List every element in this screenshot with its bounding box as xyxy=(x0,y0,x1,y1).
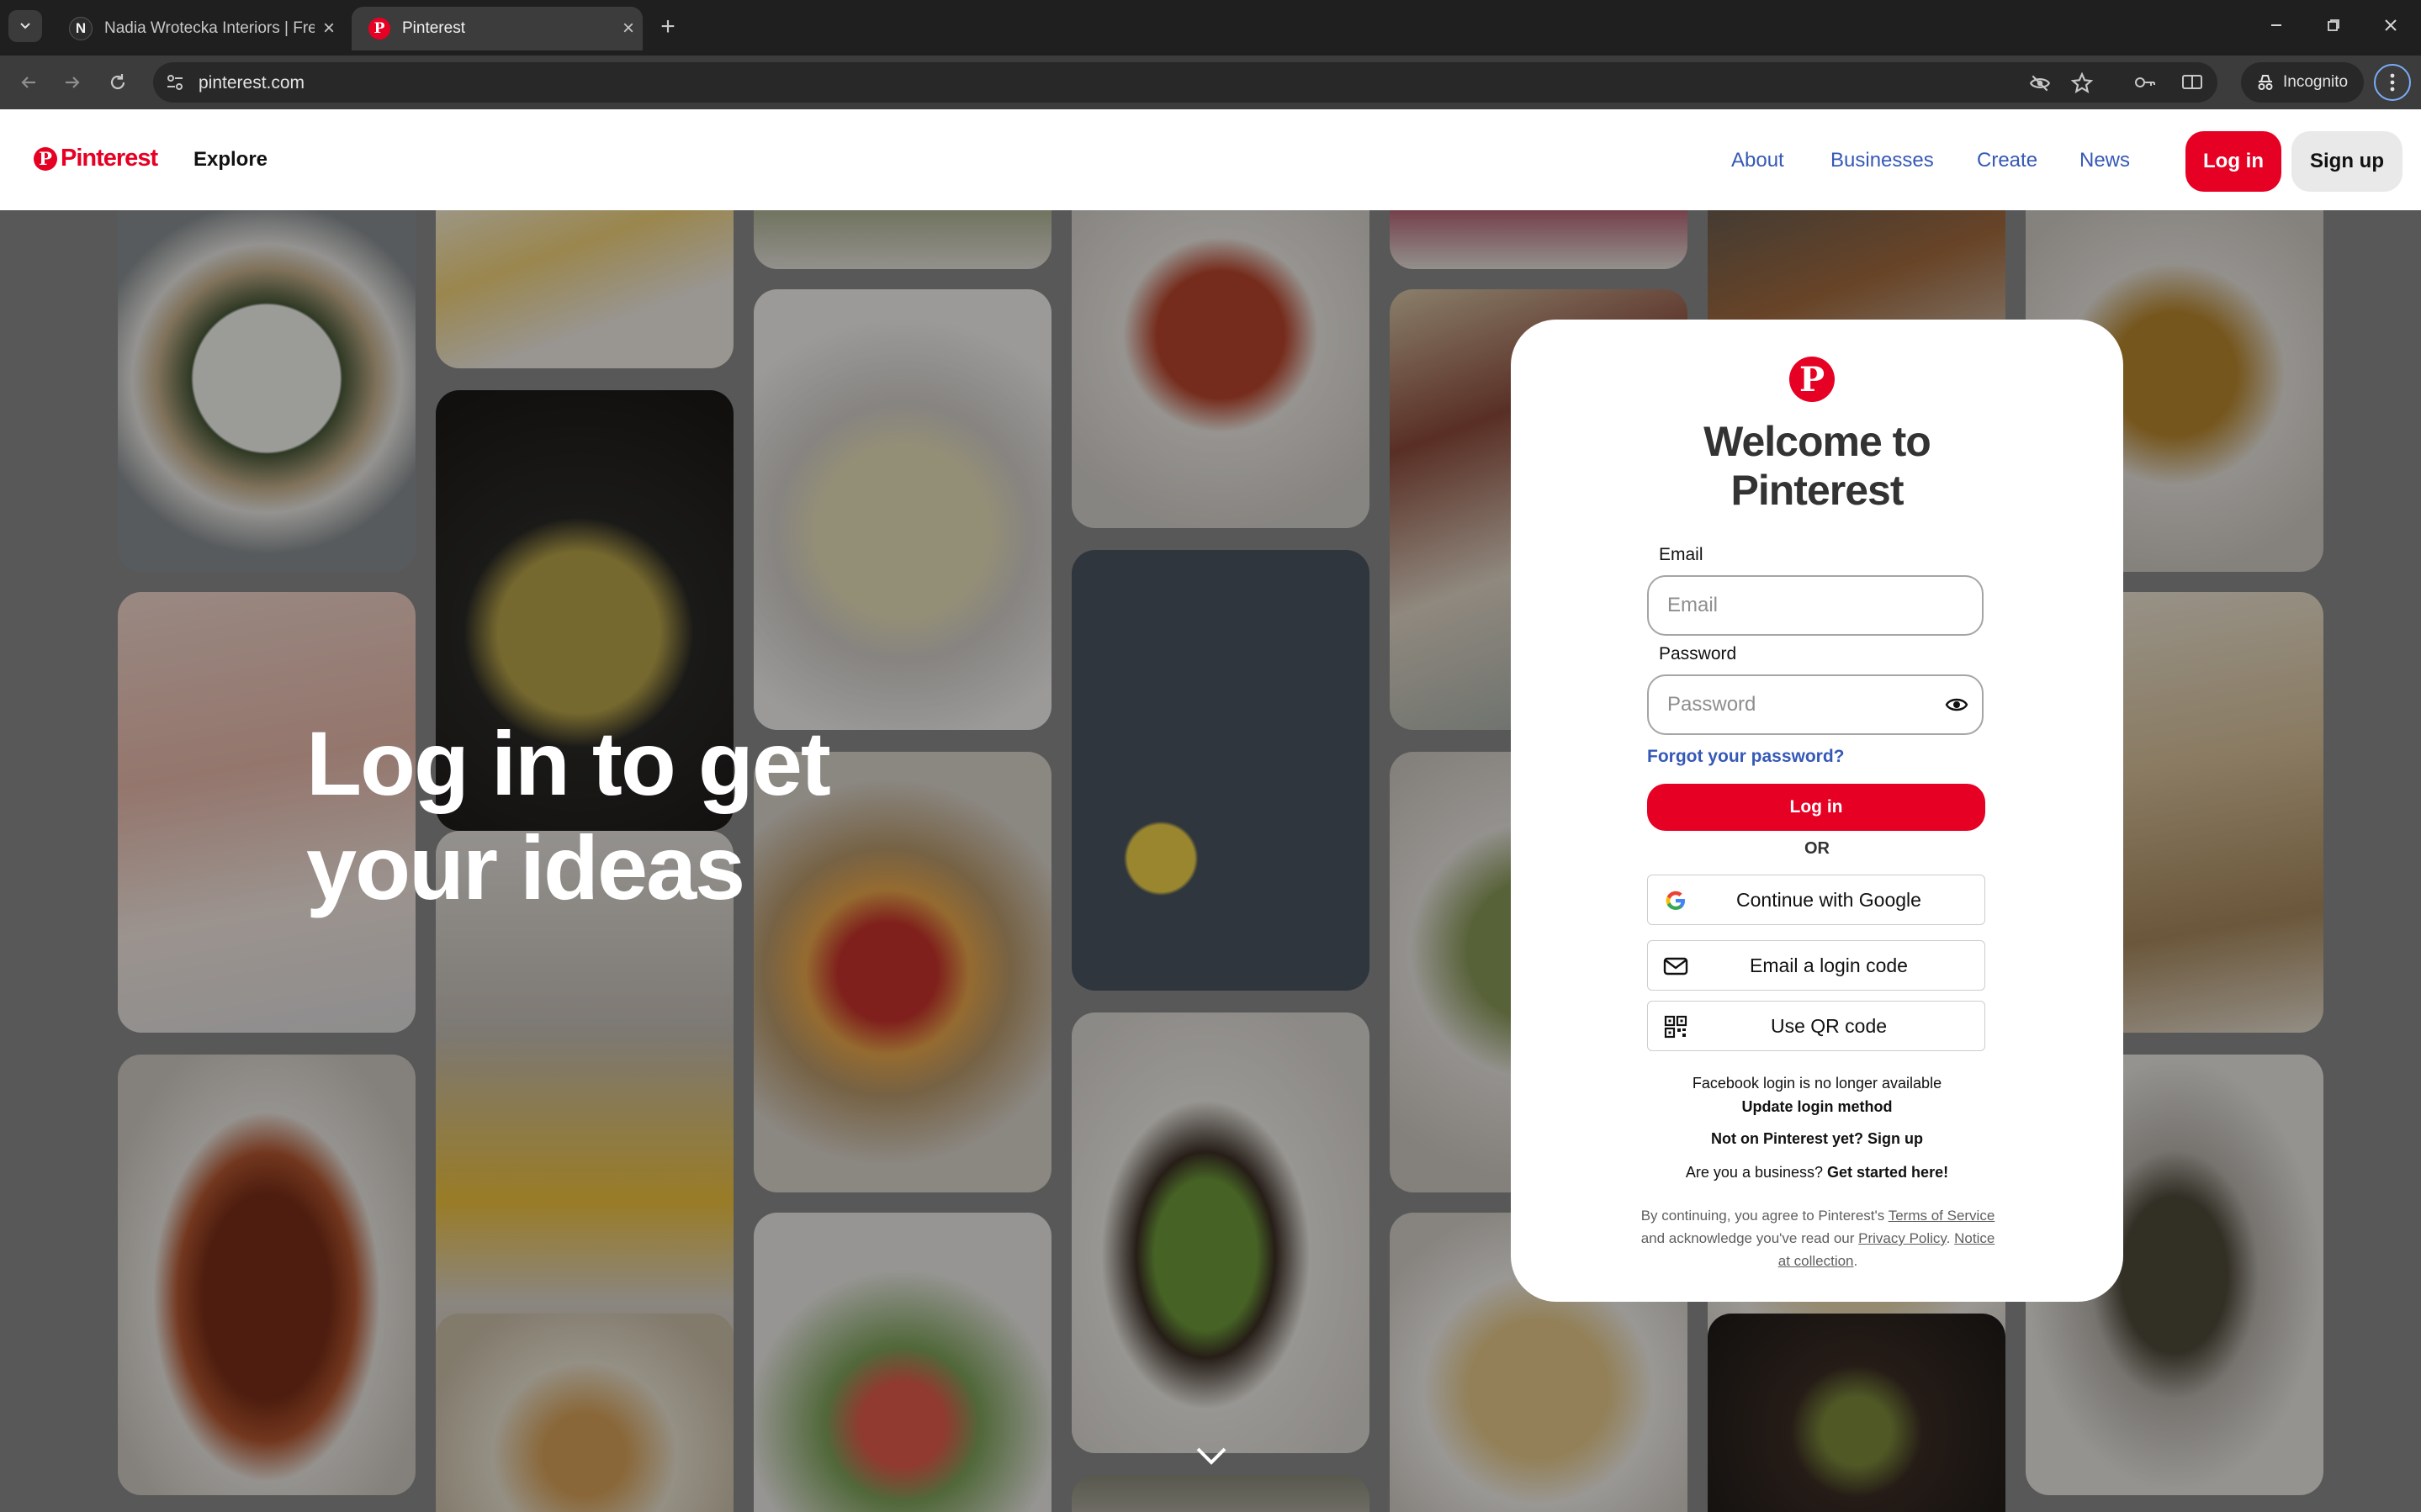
cast-icon[interactable] xyxy=(2180,71,2204,94)
browser-toolbar: pinterest.com Incognito xyxy=(0,56,2421,109)
browser-tabstrip: N Nadia Wrotecka Interiors | Free × P Pi… xyxy=(0,0,2421,56)
reload-button[interactable] xyxy=(99,64,136,101)
restore-icon xyxy=(2328,19,2339,31)
create-link[interactable]: Create xyxy=(1977,149,2037,172)
close-icon[interactable]: × xyxy=(614,17,643,40)
businesses-link[interactable]: Businesses xyxy=(1830,149,1934,172)
password-label: Password xyxy=(1659,644,1737,663)
new-tab-button[interactable]: + xyxy=(653,12,683,42)
tab-nadia-wrotecka[interactable]: N Nadia Wrotecka Interiors | Free × xyxy=(52,7,343,50)
show-password-icon[interactable] xyxy=(1945,693,1968,716)
legal-text-1: By continuing, you agree to Pinterest's xyxy=(1640,1208,1885,1224)
get-started-link[interactable]: Get started here! xyxy=(1827,1164,1948,1181)
tab-title: Pinterest xyxy=(402,19,465,37)
tab-favicon: N xyxy=(69,17,93,40)
site-info-icon[interactable] xyxy=(165,72,185,93)
close-icon[interactable]: × xyxy=(315,17,343,40)
mail-icon xyxy=(1663,957,1688,975)
qr-code-button[interactable]: Use QR code xyxy=(1647,1001,1985,1051)
explore-link[interactable]: Explore xyxy=(193,148,268,172)
news-link[interactable]: News xyxy=(2079,149,2130,172)
star-icon[interactable] xyxy=(2071,72,2093,94)
tab-search-button[interactable] xyxy=(8,10,42,42)
tab-pinterest[interactable]: P Pinterest × xyxy=(352,7,643,50)
login-button[interactable]: Log in xyxy=(1647,784,1985,831)
close-window-button[interactable] xyxy=(2365,10,2416,40)
back-button[interactable] xyxy=(10,64,47,101)
legal-text-2: and acknowledge you've read our xyxy=(1640,1230,1855,1246)
minimize-button[interactable] xyxy=(2251,10,2302,40)
eye-off-icon[interactable] xyxy=(2029,72,2051,94)
pinterest-wordmark: Pinterest xyxy=(61,145,158,172)
google-login-button[interactable]: Continue with Google xyxy=(1647,875,1985,925)
url-text: pinterest.com xyxy=(199,73,305,93)
google-login-label: Continue with Google xyxy=(1736,888,1921,911)
login-modal: P Welcome to Pinterest Email Password Fo… xyxy=(1511,320,2123,1302)
update-login-method-link[interactable]: Update login method xyxy=(1511,1098,2123,1116)
tab-title: Nadia Wrotecka Interiors | Free xyxy=(104,19,315,37)
browser-menu-button[interactable] xyxy=(2374,64,2411,101)
terms-of-service-link[interactable]: Terms of Service xyxy=(1889,1208,1995,1224)
restore-button[interactable] xyxy=(2308,10,2359,40)
google-icon xyxy=(1666,891,1685,910)
reload-icon xyxy=(110,74,125,90)
arrow-right-icon xyxy=(66,77,80,88)
incognito-icon xyxy=(2258,75,2273,90)
incognito-label: Incognito xyxy=(2283,73,2349,91)
hero-headline-line-1: Log in to get xyxy=(306,712,831,814)
email-field[interactable] xyxy=(1647,575,1984,636)
email-code-button[interactable]: Email a login code xyxy=(1647,940,1985,991)
hero-headline-line-2: your ideas xyxy=(306,817,745,918)
privacy-policy-link[interactable]: Privacy Policy xyxy=(1858,1230,1947,1246)
about-link[interactable]: About xyxy=(1731,149,1784,172)
email-label: Email xyxy=(1659,545,1703,564)
address-bar[interactable]: pinterest.com xyxy=(153,62,2217,103)
chevron-down-icon xyxy=(20,23,30,29)
modal-title-line-1: Welcome to xyxy=(1703,418,1931,465)
forward-button[interactable] xyxy=(54,64,91,101)
header-login-button[interactable]: Log in xyxy=(2185,131,2281,192)
pinterest-favicon: P xyxy=(368,18,390,40)
minimize-icon xyxy=(2271,24,2281,26)
qr-code-icon xyxy=(1664,1015,1687,1039)
pinterest-header: P Pinterest Explore About Businesses Cre… xyxy=(0,109,2421,210)
more-vert-icon xyxy=(2390,73,2395,92)
pinterest-logo-icon: P xyxy=(34,146,57,171)
modal-title-line-2: Pinterest xyxy=(1730,467,1904,514)
hero-headline: Log in to get your ideas xyxy=(306,711,1063,920)
business-prompt: Are you a business? Get started here! xyxy=(1511,1164,2123,1182)
chevron-down-icon[interactable] xyxy=(1195,1445,1228,1467)
header-signup-button[interactable]: Sign up xyxy=(2291,131,2402,192)
password-key-icon[interactable] xyxy=(2133,71,2157,94)
pinterest-logo-icon: P xyxy=(1789,357,1835,402)
forgot-password-link[interactable]: Forgot your password? xyxy=(1647,747,1845,767)
modal-title: Welcome to Pinterest xyxy=(1511,417,2123,515)
facebook-notice: Facebook login is no longer available xyxy=(1692,1075,1942,1092)
or-divider: OR xyxy=(1804,839,1830,858)
legal-text: By continuing, you agree to Pinterest's … xyxy=(1640,1208,1995,1269)
incognito-indicator[interactable]: Incognito xyxy=(2241,62,2364,103)
close-icon xyxy=(2385,19,2397,31)
business-question: Are you a business? xyxy=(1685,1164,1824,1181)
password-field[interactable] xyxy=(1647,674,1984,735)
arrow-left-icon xyxy=(21,77,35,88)
signup-prompt-link[interactable]: Not on Pinterest yet? Sign up xyxy=(1511,1130,2123,1148)
pinterest-logo[interactable]: P Pinterest xyxy=(34,145,158,172)
qr-code-label: Use QR code xyxy=(1770,1014,1888,1037)
email-code-label: Email a login code xyxy=(1750,954,1908,976)
